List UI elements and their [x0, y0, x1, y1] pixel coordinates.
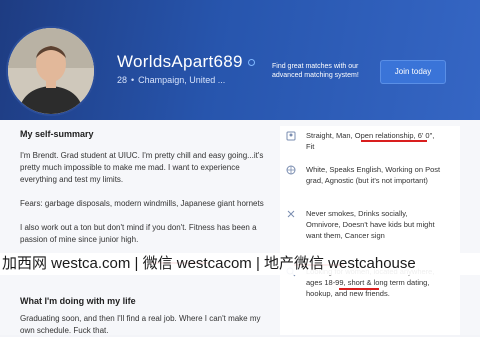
detail-background-text: White, Speaks English, Working on Post g… — [306, 165, 441, 185]
summary-paragraph: I also work out a ton but don't mind if … — [20, 223, 257, 244]
detail-lifestyle-text: Never smokes, Drinks socially, Omnivore,… — [306, 209, 435, 240]
avatar[interactable] — [6, 26, 96, 116]
self-summary-title: My self-summary — [20, 129, 94, 139]
summary-paragraph: Fears: garbage disposals, modern windmil… — [20, 199, 264, 208]
doing-with-life-title: What I'm doing with my life — [20, 296, 136, 306]
summary-paragraph: I'm Brendt. Grad student at UIUC. I'm pr… — [20, 151, 264, 184]
person-icon — [286, 131, 296, 141]
username-text: WorldsApart689 — [117, 52, 243, 71]
doing-with-life-paragraph: Graduating soon, and then I'll find a re… — [20, 314, 261, 335]
site-watermark-banner: 加西网 westca.com | 微信 westcacom | 地产微信 wes… — [0, 253, 480, 275]
avatar-photo-icon — [8, 28, 94, 114]
profile-meta: 28 • Champaign, United ... — [117, 75, 225, 85]
annotation-underline — [339, 288, 379, 290]
lifestyle-icon — [287, 210, 295, 218]
detail-background: White, Speaks English, Working on Post g… — [286, 164, 442, 186]
globe-icon — [286, 165, 296, 175]
detail-lifestyle: Never smokes, Drinks socially, Omnivore,… — [287, 208, 442, 241]
online-status-icon — [247, 59, 255, 67]
profile-username: WorldsApart689 — [117, 52, 255, 72]
profile-location: Champaign, United ... — [138, 75, 226, 85]
self-summary-section: My self-summary I'm Brendt. Grad student… — [20, 128, 270, 258]
profile-header: WorldsApart689 28 • Champaign, United ... … — [0, 0, 480, 120]
meta-separator: • — [131, 75, 135, 85]
details-panel: Straight, Man, Open relationship, 6' 0",… — [280, 126, 460, 335]
watermark-text: 加西网 westca.com | 微信 westcacom | 地产微信 wes… — [2, 255, 416, 272]
join-today-button[interactable]: Join today — [380, 60, 446, 84]
profile-age: 28 — [117, 75, 128, 85]
annotation-underline — [361, 140, 427, 142]
matching-promo-text: Find great matches with our advanced mat… — [272, 63, 359, 79]
